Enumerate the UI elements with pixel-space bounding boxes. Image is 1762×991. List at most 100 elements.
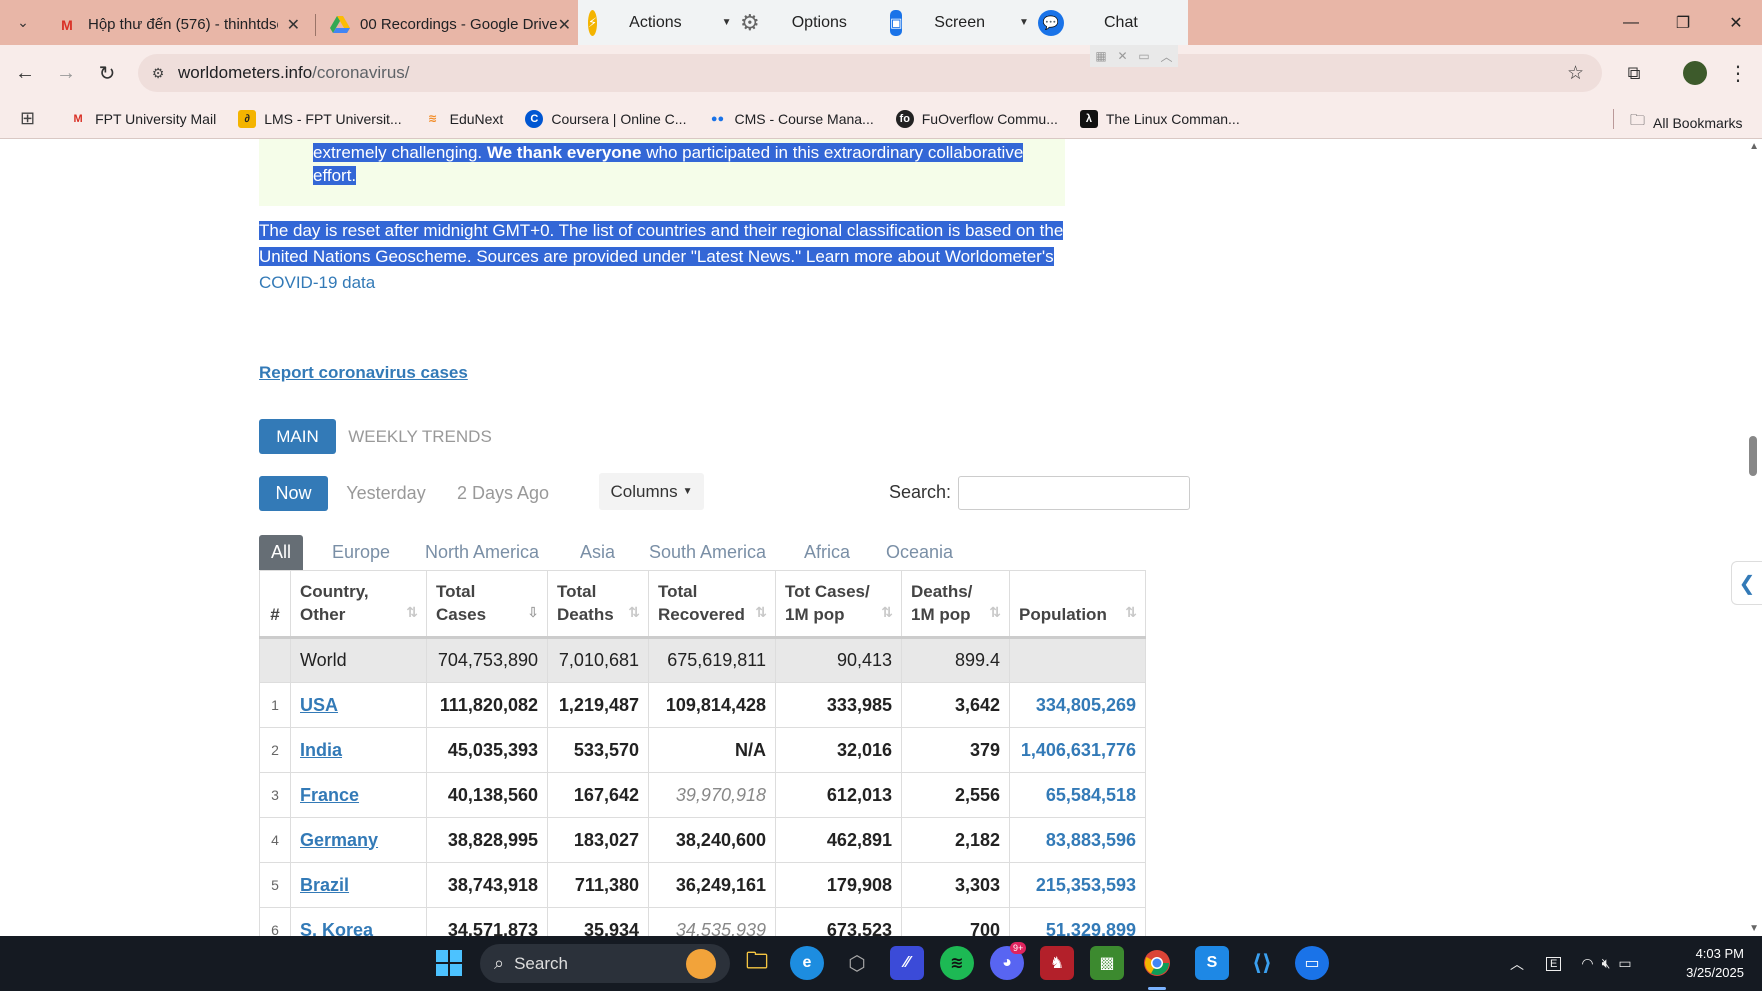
- row-population[interactable]: 51,329,899: [1009, 907, 1146, 936]
- row-population[interactable]: 215,353,593: [1009, 862, 1146, 908]
- bookmark-lms[interactable]: ∂ LMS - FPT Universit...: [238, 109, 402, 128]
- options-menu[interactable]: ⚙ Options ▼: [728, 0, 901, 45]
- country-link[interactable]: S. Korea: [300, 920, 373, 937]
- apps-grid-icon[interactable]: ⊞: [20, 108, 35, 129]
- tab-yesterday[interactable]: Yesterday: [336, 476, 436, 511]
- wifi-icon[interactable]: ◠: [1581, 955, 1593, 972]
- remote-desktop-icon[interactable]: ▭: [1295, 946, 1329, 980]
- restore-button[interactable]: ❐: [1657, 0, 1709, 45]
- notice-text: extremely challenging. We thank everyone…: [313, 141, 1053, 187]
- clock[interactable]: 4:03 PM 3/25/2025: [1686, 944, 1744, 982]
- country-link[interactable]: Germany: [300, 830, 378, 850]
- close-tab-icon[interactable]: ✕: [287, 15, 300, 35]
- screen-menu[interactable]: ▣ Screen ▼: [880, 0, 1029, 45]
- page-scrollbar[interactable]: ▲ ▼: [1744, 139, 1762, 936]
- scroll-thumb[interactable]: [1749, 436, 1757, 476]
- bookmark-star-icon[interactable]: ☆: [1567, 62, 1584, 85]
- header-total-deaths[interactable]: Total Deaths ⇅: [547, 570, 649, 638]
- country-link[interactable]: India: [300, 740, 342, 760]
- covid-data-link[interactable]: COVID-19 data: [259, 273, 375, 292]
- taskbar-search[interactable]: ⌕ Search: [480, 944, 730, 983]
- bookmark-label: LMS - FPT Universit...: [264, 110, 402, 127]
- bookmark-coursera[interactable]: C Coursera | Online C...: [525, 109, 686, 128]
- bookmark-fuoverflow[interactable]: fo FuOverflow Commu...: [895, 109, 1058, 128]
- header-country[interactable]: Country, Other ⇅: [290, 570, 427, 638]
- forward-button[interactable]: →: [50, 57, 82, 89]
- site-info-icon[interactable]: ⚙: [138, 65, 178, 82]
- tab-search-button[interactable]: ⌄: [8, 6, 38, 38]
- bookmark-edunext[interactable]: ≋ EduNext: [424, 110, 503, 128]
- tab-2-days-ago[interactable]: 2 Days Ago: [448, 476, 558, 511]
- country-link[interactable]: Brazil: [300, 875, 349, 895]
- report-cases-link[interactable]: Report coronavirus cases: [259, 363, 468, 383]
- tab-now[interactable]: Now: [259, 476, 328, 511]
- chat-button[interactable]: 💬 Chat: [1028, 0, 1178, 45]
- chrome-icon[interactable]: [1140, 946, 1174, 980]
- header-total-cases[interactable]: Total Cases ⇩: [426, 570, 548, 638]
- game-app-icon[interactable]: ♞: [1040, 946, 1074, 980]
- region-tab-south-america[interactable]: South America: [649, 535, 766, 570]
- tab-weekly-trends[interactable]: WEEKLY TRENDS: [344, 419, 496, 454]
- bookmark-cms[interactable]: ●● CMS - Course Mana...: [708, 110, 874, 128]
- app-slash-icon[interactable]: ⁄⁄: [890, 946, 924, 980]
- row-population[interactable]: 83,883,596: [1009, 817, 1146, 863]
- chat-label: Chat: [1104, 13, 1138, 31]
- side-panel-toggle[interactable]: ❮: [1731, 561, 1762, 605]
- minecraft-icon[interactable]: ▩: [1090, 946, 1124, 980]
- row-total-cases: 34,571,873: [426, 907, 548, 936]
- row-population[interactable]: 334,805,269: [1009, 682, 1146, 728]
- spotify-icon[interactable]: ≋: [940, 946, 974, 980]
- tab-main[interactable]: MAIN: [259, 419, 336, 454]
- menu-kebab-icon[interactable]: ⋮: [1722, 57, 1754, 89]
- region-tab-oceania[interactable]: Oceania: [886, 535, 953, 570]
- back-button[interactable]: ←: [9, 57, 41, 89]
- tab-drive[interactable]: 00 Recordings - Google Drive ✕: [318, 4, 578, 45]
- region-tab-all[interactable]: All: [259, 535, 304, 570]
- reload-button[interactable]: ↻: [91, 57, 123, 89]
- bookmark-linux-command[interactable]: λ The Linux Comman...: [1079, 109, 1240, 128]
- bookmark-fpt-mail[interactable]: M FPT University Mail: [69, 110, 217, 128]
- scroll-down-arrow-icon[interactable]: ▼: [1749, 923, 1759, 934]
- vscode-icon[interactable]: ⟨⟩: [1245, 946, 1279, 980]
- file-explorer-icon[interactable]: 🗀: [740, 946, 774, 980]
- row-population[interactable]: 65,584,518: [1009, 772, 1146, 818]
- edge-icon[interactable]: e: [790, 946, 824, 980]
- scroll-up-arrow-icon[interactable]: ▲: [1749, 141, 1759, 152]
- header-cases-per-million[interactable]: Tot Cases/ 1M pop ⇅: [775, 570, 902, 638]
- input-method-icon[interactable]: E: [1546, 956, 1562, 971]
- all-bookmarks-button[interactable]: 🗀 All Bookmarks: [1630, 110, 1742, 135]
- header-deaths-per-million[interactable]: Deaths/ 1M pop ⇅: [901, 570, 1010, 638]
- row-index: [259, 637, 291, 683]
- app-hexagon-icon[interactable]: ⬡: [840, 946, 874, 980]
- app-s-icon[interactable]: S: [1195, 946, 1229, 980]
- region-tab-asia[interactable]: Asia: [580, 535, 615, 570]
- columns-dropdown[interactable]: Columns ▼: [599, 473, 704, 510]
- header-index[interactable]: #: [259, 570, 291, 638]
- address-bar[interactable]: ⚙ worldometers.info/coronavirus/ ☆: [138, 54, 1602, 92]
- grid-icon[interactable]: ▦: [1095, 49, 1106, 63]
- monitor-icon[interactable]: ▭: [1138, 49, 1149, 63]
- chevron-up-icon[interactable]: ︿: [1161, 48, 1173, 65]
- region-tab-europe[interactable]: Europe: [332, 535, 390, 570]
- row-population[interactable]: 1,406,631,776: [1009, 727, 1146, 773]
- shrink-icon[interactable]: ✕: [1118, 49, 1128, 63]
- windows-start-icon[interactable]: [432, 946, 466, 980]
- country-link[interactable]: USA: [300, 695, 338, 715]
- header-total-recovered[interactable]: Total Recovered ⇅: [648, 570, 776, 638]
- minimize-button[interactable]: —: [1605, 0, 1657, 45]
- profile-avatar[interactable]: [1679, 57, 1711, 89]
- tab-gmail[interactable]: M Hộp thư đến (576) - thinhtdse1 ✕: [44, 4, 312, 45]
- region-tab-africa[interactable]: Africa: [804, 535, 850, 570]
- speaker-muted-icon[interactable]: 🔇︎: [1602, 955, 1611, 972]
- battery-icon[interactable]: ▭: [1618, 955, 1631, 972]
- close-window-button[interactable]: ✕: [1710, 0, 1762, 45]
- header-label: Total Recovered: [658, 582, 745, 624]
- region-tab-north-america[interactable]: North America: [425, 535, 539, 570]
- close-tab-icon[interactable]: ✕: [558, 15, 571, 35]
- header-population[interactable]: Population ⇅: [1009, 570, 1146, 638]
- extensions-icon[interactable]: ⧉: [1618, 57, 1650, 89]
- chevron-up-icon[interactable]: ︿: [1510, 954, 1524, 974]
- country-link[interactable]: France: [300, 785, 359, 805]
- actions-menu[interactable]: ⚡ Actions ▼: [578, 0, 732, 45]
- search-input[interactable]: [958, 476, 1190, 510]
